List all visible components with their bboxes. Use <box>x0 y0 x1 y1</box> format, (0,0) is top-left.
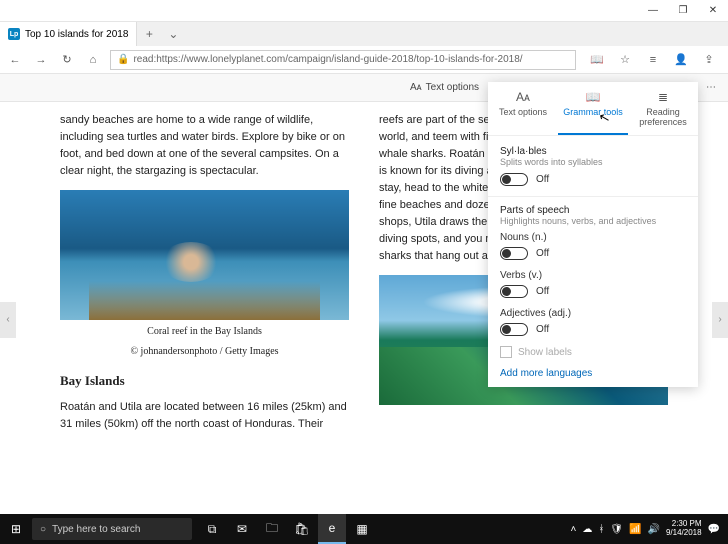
navigation-bar: ← → ↻ ⌂ 🔒 read:https://www.lonelyplanet.… <box>0 46 728 74</box>
prev-page-button[interactable]: ‹ <box>0 302 16 338</box>
adjectives-toggle[interactable] <box>500 323 528 336</box>
text-options-button[interactable]: AᴀText options <box>410 82 479 93</box>
grammar-icon: 📖 <box>586 90 601 104</box>
search-icon: ○ <box>40 524 46 535</box>
divider <box>488 196 698 197</box>
mail-app-icon[interactable]: ✉ <box>228 514 256 544</box>
home-button[interactable]: ⌂ <box>84 51 102 69</box>
task-view-button[interactable]: ⧉ <box>198 514 226 544</box>
tab-title: Top 10 islands for 2018 <box>25 29 128 40</box>
preferences-icon: ≣ <box>658 90 668 104</box>
taskbar-search[interactable]: ○ Type here to search <box>32 518 192 540</box>
clock[interactable]: 2:30 PM 9/14/2018 <box>666 520 702 538</box>
maximize-button[interactable]: ❐ <box>668 0 698 22</box>
favorites-list-button[interactable]: ≡ <box>644 51 662 69</box>
text-options-icon: Aᴀ <box>516 90 530 104</box>
explorer-icon[interactable]: 🗀 <box>258 514 286 544</box>
column-left: sandy beaches are home to a wide range o… <box>60 112 349 492</box>
window-controls: — ❐ ✕ <box>638 0 728 22</box>
adjectives-label: Adjectives (adj.) <box>500 308 686 319</box>
show-labels-row[interactable]: Show labels <box>500 346 686 358</box>
tab-favicon: Lp <box>8 28 20 40</box>
notifications-icon[interactable]: 💬 <box>708 524 720 535</box>
onedrive-icon[interactable]: ☁ <box>582 524 592 535</box>
security-icon[interactable]: 🛡 <box>610 524 623 535</box>
nouns-toggle[interactable] <box>500 247 528 260</box>
text-options-icon: Aᴀ <box>410 82 422 93</box>
syllables-toggle-row: Off <box>500 173 686 186</box>
verbs-label: Verbs (v.) <box>500 270 686 281</box>
favorite-button[interactable]: ☆ <box>616 51 634 69</box>
address-bar[interactable]: 🔒 read:https://www.lonelyplanet.com/camp… <box>110 50 576 70</box>
forward-button[interactable]: → <box>32 51 50 69</box>
adjectives-toggle-row: Off <box>500 323 686 336</box>
pos-title: Parts of speech <box>500 205 686 216</box>
tab-list-button[interactable]: ⌄ <box>161 27 185 41</box>
panel-body: Syl·la·bles Splits words into syllables … <box>488 136 698 387</box>
verbs-toggle[interactable] <box>500 285 528 298</box>
more-button[interactable]: ⋯ <box>706 82 716 93</box>
nouns-toggle-row: Off <box>500 247 686 260</box>
syllables-title: Syl·la·bles <box>500 146 686 157</box>
tray-up-icon[interactable]: ˄ <box>571 524 577 535</box>
syllables-desc: Splits words into syllables <box>500 157 686 167</box>
reading-view-icon[interactable]: 📖 <box>588 51 606 69</box>
image-caption: Coral reef in the Bay Islands <box>60 324 349 340</box>
volume-icon[interactable]: 🔊 <box>648 524 660 535</box>
grammar-tools-panel: AᴀText options 📖Grammar tools ≣Reading p… <box>488 82 698 387</box>
search-placeholder: Type here to search <box>52 524 140 535</box>
nouns-label: Nouns (n.) <box>500 232 686 243</box>
article-paragraph: sandy beaches are home to a wide range o… <box>60 112 349 180</box>
store-icon[interactable]: 🛍 <box>288 514 316 544</box>
lock-icon: 🔒 <box>117 54 129 65</box>
back-button[interactable]: ← <box>6 51 24 69</box>
tab-reading-preferences[interactable]: ≣Reading preferences <box>628 82 698 135</box>
image-credit: © johnandersonphoto / Getty Images <box>60 344 349 360</box>
verbs-toggle-row: Off <box>500 285 686 298</box>
refresh-button[interactable]: ↻ <box>58 51 76 69</box>
wifi-icon[interactable]: 📶 <box>629 524 641 535</box>
toggle-state-label: Off <box>536 286 549 297</box>
add-languages-link[interactable]: Add more languages <box>500 368 686 379</box>
coral-reef-image <box>60 190 349 320</box>
date-text: 9/14/2018 <box>666 529 702 538</box>
system-tray: ˄ ☁ ᚼ 🛡 📶 🔊 2:30 PM 9/14/2018 💬 <box>563 520 728 538</box>
section-heading: Bay Islands <box>60 371 349 391</box>
edge-icon[interactable]: e <box>318 514 346 544</box>
browser-tab[interactable]: Lp Top 10 islands for 2018 <box>0 22 137 46</box>
pos-desc: Highlights nouns, verbs, and adjectives <box>500 216 686 226</box>
nav-right-controls: 📖 ☆ ≡ 👤 ⇪ <box>584 51 722 69</box>
syllables-toggle[interactable] <box>500 173 528 186</box>
share-button[interactable]: ⇪ <box>700 51 718 69</box>
image-figure: Coral reef in the Bay Islands © johnande… <box>60 190 349 359</box>
app-icon[interactable]: ▦ <box>348 514 376 544</box>
show-labels-text: Show labels <box>518 347 572 358</box>
profile-button[interactable]: 👤 <box>672 51 690 69</box>
taskbar: ⊞ ○ Type here to search ⧉ ✉ 🗀 🛍 e ▦ ˄ ☁ … <box>0 514 728 544</box>
window-titlebar: — ❐ ✕ <box>0 0 728 22</box>
toggle-state-label: Off <box>536 324 549 335</box>
tab-strip: Lp Top 10 islands for 2018 + ⌄ <box>0 22 728 46</box>
toggle-state-label: Off <box>536 174 549 185</box>
start-button[interactable]: ⊞ <box>0 522 32 536</box>
article-paragraph: Roatán and Utila are located between 16 … <box>60 399 349 433</box>
toggle-state-label: Off <box>536 248 549 259</box>
tab-grammar-tools[interactable]: 📖Grammar tools <box>558 82 628 135</box>
next-page-button[interactable]: › <box>712 302 728 338</box>
minimize-button[interactable]: — <box>638 0 668 22</box>
close-button[interactable]: ✕ <box>698 0 728 22</box>
url-text: read:https://www.lonelyplanet.com/campai… <box>133 54 522 65</box>
bluetooth-icon[interactable]: ᚼ <box>598 524 604 535</box>
new-tab-button[interactable]: + <box>137 27 161 41</box>
taskbar-pinned: ⧉ ✉ 🗀 🛍 e ▦ <box>198 514 376 544</box>
tab-text-options[interactable]: AᴀText options <box>488 82 558 135</box>
panel-tabs: AᴀText options 📖Grammar tools ≣Reading p… <box>488 82 698 136</box>
show-labels-checkbox[interactable] <box>500 346 512 358</box>
